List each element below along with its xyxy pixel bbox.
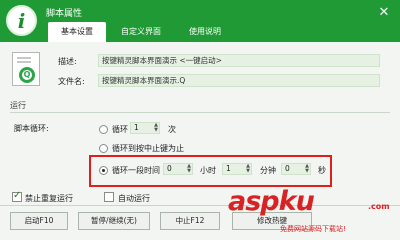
- watermark-domain: .com: [368, 202, 390, 211]
- run-section-title: 运行: [10, 101, 26, 110]
- info-icon: i: [6, 5, 37, 36]
- watermark-logo-text: aspku: [228, 186, 315, 217]
- seconds-stepper[interactable]: 0 ▲ ▼: [281, 163, 311, 175]
- loop-until-stop-radio[interactable]: [99, 144, 108, 153]
- hours-stepper[interactable]: 0 ▲ ▼: [163, 163, 193, 175]
- filename-label: 文件名:: [58, 77, 85, 86]
- stepper-arrows-icon[interactable]: ▲ ▼: [154, 123, 158, 133]
- script-properties-window: i 脚本属性 ✕ 基本设置 自定义界面 使用说明 Q 描述: 按键精灵脚本界面演…: [0, 0, 400, 240]
- loop-count-label: 循环: [112, 125, 128, 134]
- autorun-label: 自动运行: [118, 194, 150, 203]
- checkmark-icon: ✓: [13, 190, 22, 201]
- loop-count-radio[interactable]: [99, 125, 108, 134]
- stop-button[interactable]: 中止F12: [160, 212, 220, 230]
- disable-rerun-checkbox[interactable]: ✓: [12, 190, 22, 202]
- disable-rerun-label: 禁止重复运行: [25, 194, 73, 203]
- description-label: 描述:: [58, 57, 77, 66]
- hours-value: 0: [167, 164, 172, 173]
- loop-until-stop-label: 循环到按中止键为止: [112, 144, 184, 153]
- stepper-arrows-icon[interactable]: ▲ ▼: [187, 164, 191, 174]
- window-title: 脚本属性: [46, 9, 83, 19]
- stepper-arrows-icon[interactable]: ▲ ▼: [246, 164, 250, 174]
- title-bar: i 脚本属性 ✕ 基本设置 自定义界面 使用说明: [0, 0, 400, 42]
- tab-bar: 基本设置 自定义界面 使用说明: [48, 22, 236, 42]
- hours-unit: 小时: [200, 166, 216, 175]
- autorun-checkbox[interactable]: [104, 192, 114, 202]
- filename-field[interactable]: 按键精灵脚本界面演示.Q: [98, 74, 380, 87]
- info-icon-glyph: i: [17, 9, 26, 33]
- run-section-divider: [10, 112, 390, 113]
- watermark-caption: 免费网站源码下载站!: [280, 225, 346, 233]
- minutes-stepper[interactable]: 1 ▲ ▼: [222, 163, 252, 175]
- tab-custom-interface[interactable]: 自定义界面: [108, 22, 174, 42]
- tab-basic-settings[interactable]: 基本设置: [48, 22, 106, 42]
- loop-duration-label: 循环一段时间: [112, 166, 160, 175]
- loop-count-unit: 次: [168, 125, 176, 134]
- tab-instructions[interactable]: 使用说明: [176, 22, 234, 42]
- description-field[interactable]: 按键精灵脚本界面演示 <一键启动>: [98, 54, 380, 67]
- script-file-icon-glyph: Q: [19, 67, 35, 83]
- seconds-value: 0: [285, 164, 290, 173]
- loop-count-value: 1: [134, 123, 139, 132]
- script-file-icon: Q: [12, 52, 40, 86]
- loop-duration-radio[interactable]: [99, 166, 108, 175]
- loop-label: 脚本循环:: [14, 124, 49, 133]
- minutes-value: 1: [226, 164, 231, 173]
- close-icon[interactable]: ✕: [376, 6, 392, 20]
- stepper-arrows-icon[interactable]: ▲ ▼: [305, 164, 309, 174]
- start-button[interactable]: 启动F10: [10, 212, 68, 230]
- minutes-unit: 分钟: [260, 166, 276, 175]
- pause-resume-button[interactable]: 暂停/继续(无): [78, 212, 150, 230]
- loop-count-stepper[interactable]: 1 ▲ ▼: [130, 122, 160, 134]
- seconds-unit: 秒: [318, 166, 326, 175]
